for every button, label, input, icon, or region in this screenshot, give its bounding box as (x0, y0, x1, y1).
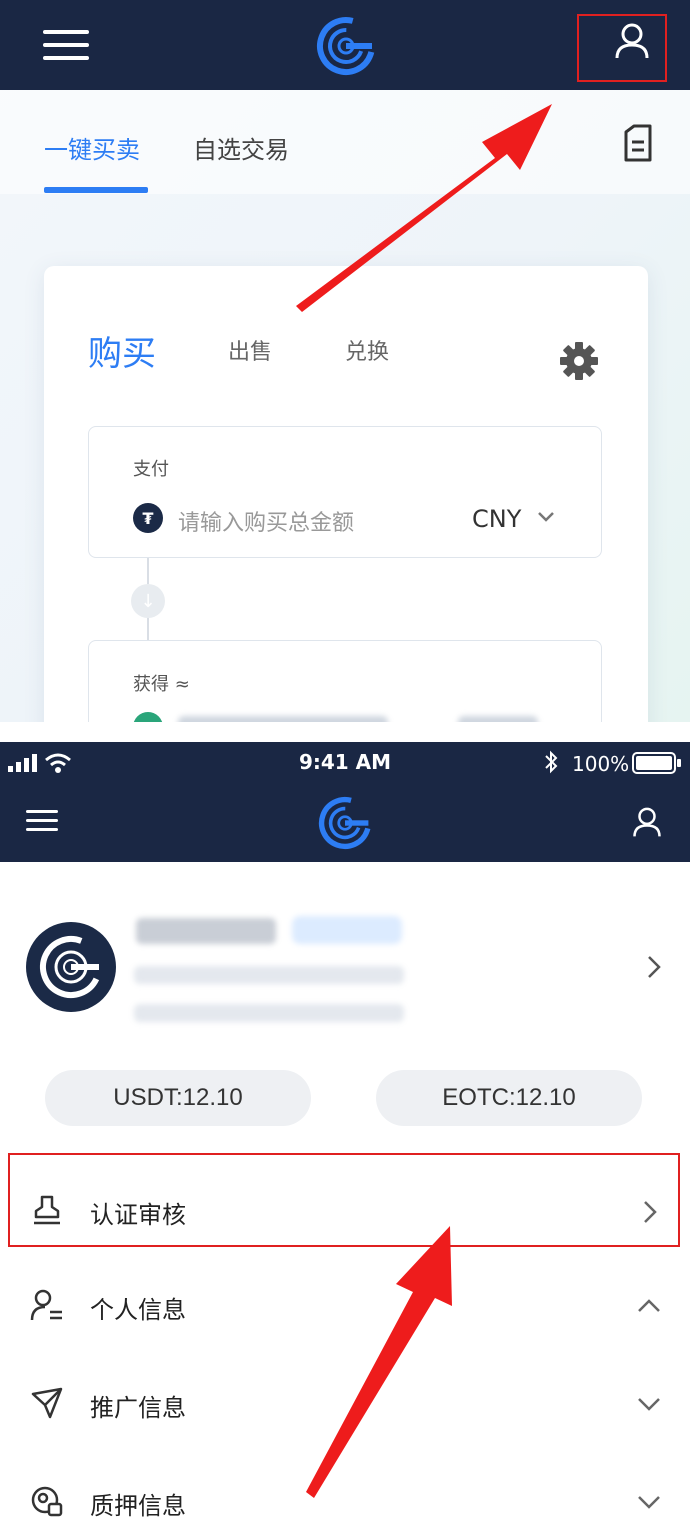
trade-screen: 一键买卖 自选交易 购买 出售 兑换 支付 ₮ 请输入购买总金额 CNY ↓ 获 (0, 0, 690, 722)
pay-amount-field[interactable] (88, 426, 602, 558)
bluetooth-icon (545, 750, 558, 774)
menu-icon[interactable] (43, 30, 89, 60)
username-blurred (136, 918, 276, 944)
avatar-logo-icon (40, 936, 102, 998)
eotc-balance: EOTC:12.10 (376, 1070, 642, 1126)
currency-select[interactable]: CNY (472, 505, 521, 533)
chevron-down-icon (638, 1496, 660, 1509)
chevron-down-icon[interactable] (537, 511, 555, 523)
menu-item-label: 质押信息 (90, 1492, 186, 1520)
battery-icon (632, 752, 681, 774)
tab-custom-trade[interactable]: 自选交易 (193, 130, 289, 165)
menu-item-pledge-info[interactable]: 质押信息 (0, 1456, 690, 1530)
battery-percent: 100% (572, 752, 630, 776)
status-bar: 9:41 AM 100% (0, 742, 690, 782)
chevron-down-icon (638, 1398, 660, 1411)
tab-sell[interactable]: 出售 (228, 334, 272, 366)
pay-amount-placeholder[interactable]: 请输入购买总金额 (178, 505, 354, 537)
usdt-balance: USDT:12.10 (45, 1070, 311, 1126)
person-list-icon (30, 1289, 62, 1321)
chevron-up-icon (638, 1299, 660, 1312)
order-list-icon[interactable] (622, 124, 654, 162)
user-info-blurred (134, 1004, 404, 1022)
receive-currency-blurred (458, 716, 538, 722)
tab-exchange[interactable]: 兑换 (345, 334, 389, 366)
paper-plane-icon (31, 1387, 63, 1419)
usdt-coin-icon: ₮ (133, 503, 163, 533)
user-id-blurred (134, 966, 404, 984)
avatar[interactable] (26, 922, 116, 1012)
menu-item-label: 个人信息 (90, 1296, 186, 1324)
receive-placeholder-blurred (178, 716, 388, 722)
profile-nav-bar (0, 782, 690, 862)
verification-highlight (8, 1153, 680, 1247)
flow-connector (147, 558, 149, 584)
tab-quick-trade[interactable]: 一键买卖 (44, 130, 140, 165)
flow-connector (147, 618, 149, 640)
receive-label: 获得 ≈ (133, 674, 190, 695)
menu-item-label: 推广信息 (90, 1394, 186, 1422)
app-logo (318, 796, 372, 850)
chevron-right-icon[interactable] (646, 954, 662, 980)
menu-icon[interactable] (26, 810, 58, 832)
menu-item-promotion-info[interactable]: 推广信息 (0, 1358, 690, 1448)
arrow-down-icon: ↓ (131, 584, 165, 618)
active-tab-indicator (44, 187, 148, 193)
settings-gear-icon[interactable] (558, 340, 600, 382)
pledge-icon (31, 1486, 63, 1517)
verification-tag-blurred (292, 916, 402, 944)
pay-label: 支付 (133, 459, 169, 480)
tab-buy[interactable]: 购买 (88, 326, 156, 375)
app-logo (317, 17, 375, 75)
user-icon[interactable] (632, 806, 662, 840)
user-icon-highlight (577, 14, 667, 82)
menu-item-personal-info[interactable]: 个人信息 (0, 1260, 690, 1350)
